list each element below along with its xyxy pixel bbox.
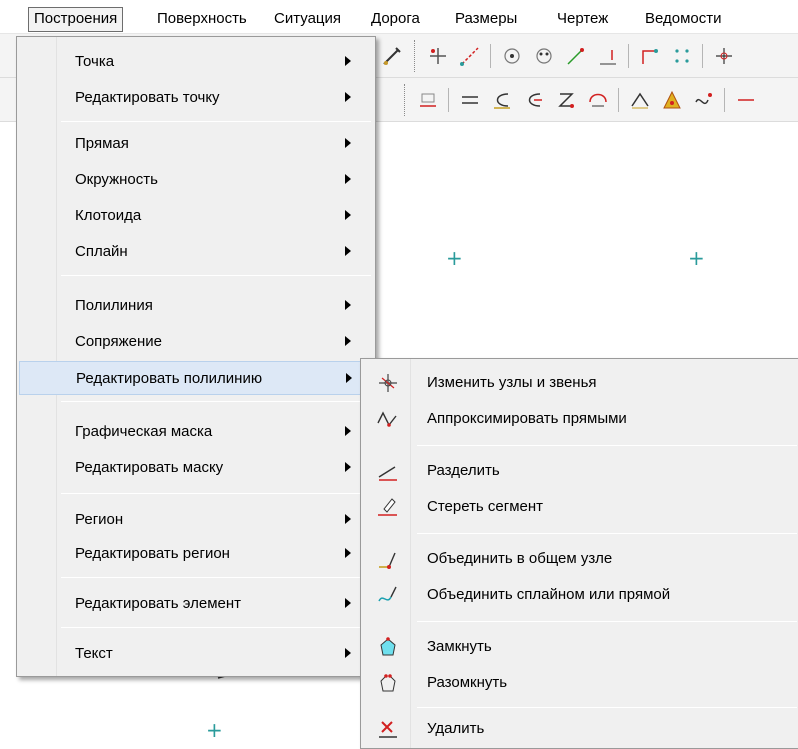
- submenu-arrow-icon: [345, 56, 351, 66]
- menubar-item-constructions[interactable]: Построения: [28, 7, 124, 32]
- menubar-item-reports[interactable]: Ведомости: [640, 8, 727, 32]
- close-polyline-icon: [375, 635, 401, 659]
- menu-item-point[interactable]: Точка: [19, 45, 373, 79]
- submenu-arrow-icon: [345, 462, 351, 472]
- menu-item-edit-point[interactable]: Редактировать точку: [19, 81, 373, 115]
- menubar-item-road[interactable]: Дорога: [366, 8, 425, 32]
- circle-point-icon[interactable]: [498, 42, 526, 70]
- submenu-item-split[interactable]: Разделить: [363, 453, 797, 489]
- offset-point-icon[interactable]: [594, 42, 622, 70]
- menu-item-edit-region[interactable]: Редактировать регион: [19, 537, 373, 571]
- open-polyline-icon: [375, 671, 401, 695]
- menubar-item-dimensions[interactable]: Размеры: [450, 8, 522, 32]
- menu-item-graphic-mask[interactable]: Графическая маска: [19, 415, 373, 449]
- menu-item-edit-mask[interactable]: Редактировать маску: [19, 451, 373, 485]
- delete-icon: [375, 717, 401, 741]
- cross-marker-icon: +: [206, 718, 223, 742]
- point-target-icon[interactable]: [710, 42, 738, 70]
- parallel-line-icon[interactable]: [456, 86, 484, 114]
- submenu-arrow-icon: [345, 174, 351, 184]
- submenu-item-delete[interactable]: Удалить: [363, 711, 797, 747]
- brush-tool-icon[interactable]: [378, 42, 406, 70]
- submenu-arrow-icon: [345, 548, 351, 558]
- cross-marker-icon: +: [688, 246, 705, 270]
- menu-item-edit-polyline[interactable]: Редактировать полилинию: [19, 361, 373, 395]
- arc-tangent-icon[interactable]: [488, 86, 516, 114]
- menu-item-region[interactable]: Регион: [19, 503, 373, 537]
- approximate-lines-icon: [375, 407, 401, 431]
- menu-item-fillet[interactable]: Сопряжение: [19, 325, 373, 359]
- submenu-item-edit-nodes[interactable]: Изменить узлы и звенья: [363, 365, 797, 401]
- submenu-arrow-icon: [346, 373, 352, 383]
- grid-points-icon[interactable]: [668, 42, 696, 70]
- menu-item-spline[interactable]: Сплайн: [19, 235, 373, 269]
- menu-item-edit-element[interactable]: Редактировать элемент: [19, 587, 373, 621]
- submenu-arrow-icon: [345, 300, 351, 310]
- submenu-arrow-icon: [345, 426, 351, 436]
- extra-tool-icon[interactable]: [732, 86, 760, 114]
- join-spline-icon: [375, 583, 401, 607]
- submenu-arrow-icon: [345, 138, 351, 148]
- cross-marker-icon: +: [446, 246, 463, 270]
- submenu-item-open[interactable]: Разомкнуть: [363, 665, 797, 701]
- line-points-icon[interactable]: [456, 42, 484, 70]
- submenu-item-approximate[interactable]: Аппроксимировать прямыми: [363, 401, 797, 437]
- toolbar-grip[interactable]: [404, 84, 407, 116]
- submenu-arrow-icon: [345, 92, 351, 102]
- split-icon: [375, 459, 401, 483]
- edit-polyline-submenu: Изменить узлы и звенья Аппроксимировать …: [360, 358, 798, 749]
- submenu-item-join-node[interactable]: Объединить в общем узле: [363, 541, 797, 577]
- submenu-item-close[interactable]: Замкнуть: [363, 629, 797, 665]
- submenu-arrow-icon: [345, 648, 351, 658]
- arc-offset-icon[interactable]: [520, 86, 548, 114]
- menubar-item-surface[interactable]: Поверхность: [152, 8, 252, 32]
- submenu-arrow-icon: [345, 514, 351, 524]
- road-profile-icon[interactable]: [414, 86, 442, 114]
- submenu-arrow-icon: [345, 598, 351, 608]
- menubar-item-situation[interactable]: Ситуация: [269, 8, 346, 32]
- circle-points-icon[interactable]: [530, 42, 558, 70]
- triangle-fill-icon[interactable]: [658, 86, 686, 114]
- menubar-item-drawing[interactable]: Чертеж: [552, 8, 613, 32]
- submenu-item-erase-segment[interactable]: Стереть сегмент: [363, 489, 797, 525]
- join-node-icon: [375, 547, 401, 571]
- menu-item-line[interactable]: Прямая: [19, 127, 373, 161]
- arrow-points-icon[interactable]: [636, 42, 664, 70]
- submenu-arrow-icon: [345, 336, 351, 346]
- triangle-offset-icon[interactable]: [626, 86, 654, 114]
- angle-point-icon[interactable]: [562, 42, 590, 70]
- s-curve-icon[interactable]: [552, 86, 580, 114]
- erase-segment-icon: [375, 495, 401, 519]
- menu-bar: Построения Поверхность Ситуация Дорога Р…: [0, 0, 798, 34]
- toolbar-grip[interactable]: [414, 40, 417, 72]
- menu-item-polyline[interactable]: Полилиния: [19, 289, 373, 323]
- submenu-item-join-spline[interactable]: Объединить сплайном или прямой: [363, 577, 797, 613]
- submenu-arrow-icon: [345, 210, 351, 220]
- edit-nodes-icon: [375, 371, 401, 395]
- point-plus-icon[interactable]: [424, 42, 452, 70]
- menu-item-clothoid[interactable]: Клотоида: [19, 199, 373, 233]
- constructions-menu: Точка Редактировать точку Прямая Окружно…: [16, 36, 376, 677]
- menu-item-circle[interactable]: Окружность: [19, 163, 373, 197]
- menu-item-text[interactable]: Текст: [19, 637, 373, 671]
- submenu-arrow-icon: [345, 246, 351, 256]
- loop-curve-icon[interactable]: [584, 86, 612, 114]
- wave-curve-icon[interactable]: [690, 86, 718, 114]
